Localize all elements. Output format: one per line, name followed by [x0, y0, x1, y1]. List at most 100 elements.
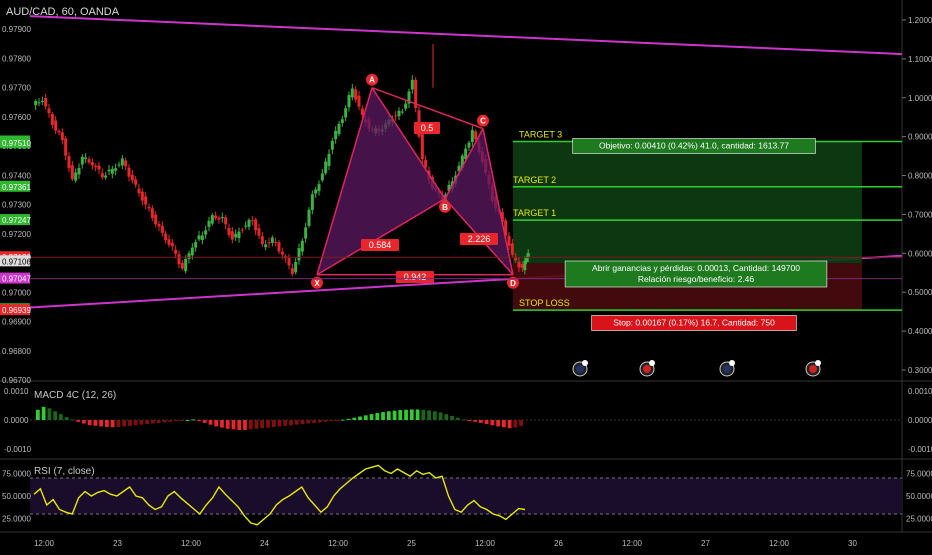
price-badge-label: 0.97361 [2, 183, 31, 192]
candle-body [344, 108, 348, 118]
macd-bar [473, 420, 477, 422]
candle [154, 211, 158, 228]
candle [144, 191, 148, 210]
candle-body [180, 262, 184, 269]
chart-svg[interactable]: 0.979000.978000.977000.976000.975000.974… [0, 0, 932, 550]
candle-body [320, 173, 324, 181]
candle-body [94, 165, 98, 168]
candle [400, 108, 404, 115]
candle [70, 160, 74, 182]
upper-trendline [29, 15, 903, 56]
candle-body [247, 219, 251, 227]
candle [50, 111, 54, 129]
candle [214, 211, 218, 221]
trading-chart[interactable]: 0.979000.978000.977000.976000.975000.974… [0, 0, 932, 550]
candle-body [164, 233, 168, 241]
macd-bar [438, 412, 443, 420]
candle-body [300, 240, 304, 252]
pattern-point-label: X [314, 279, 320, 288]
candle-body [277, 242, 281, 252]
macd-right-tick-label: 0.0000 [908, 416, 932, 425]
macd-bar [317, 420, 322, 423]
rsi-title: RSI (7, close) [34, 466, 95, 477]
macd-bar [214, 420, 219, 427]
candle [317, 180, 321, 196]
right-scale-label: 1.1000 [908, 55, 932, 64]
candle-body [87, 159, 91, 163]
candle-body [37, 102, 41, 104]
ratio-label: 0.5 [421, 123, 434, 133]
macd-bar [139, 420, 144, 425]
candle [257, 223, 261, 239]
macd-bar [133, 420, 138, 426]
candle [177, 250, 181, 269]
candle [134, 176, 138, 188]
macd-bar [467, 420, 472, 421]
candle [200, 231, 204, 245]
flag-icon [649, 360, 655, 366]
candle [217, 215, 221, 224]
candle-body [397, 110, 401, 117]
candle-body [227, 227, 231, 236]
candle [304, 222, 308, 243]
macd-bar [519, 420, 523, 426]
candle [314, 186, 318, 198]
candle [334, 126, 338, 144]
candle-body [334, 130, 338, 140]
candle-body [127, 167, 131, 177]
time-tick-label: 12:00 [181, 539, 202, 548]
candle [117, 161, 121, 168]
price-tick-label: 0.97800 [2, 54, 31, 63]
candle [197, 230, 201, 242]
candle-body [244, 225, 248, 227]
candle-body [174, 249, 178, 254]
macd-bar [496, 420, 500, 427]
candle [47, 104, 51, 118]
candle-body [400, 111, 404, 113]
candle-body [420, 132, 424, 160]
macd-bar [220, 420, 224, 428]
candle [237, 227, 241, 243]
candle-body [260, 236, 264, 245]
candle [240, 227, 244, 234]
price-badge-label: 0.97047 [2, 275, 31, 284]
candle [330, 137, 334, 155]
candle [350, 83, 354, 101]
macd-bar [329, 420, 334, 422]
candle [77, 163, 81, 179]
flag-icon [572, 360, 588, 377]
candle [344, 105, 348, 122]
candle-body [84, 157, 88, 159]
macd-bar [36, 409, 40, 420]
candle-body [360, 108, 364, 116]
candle-body [350, 88, 354, 98]
time-tick-label: 24 [260, 539, 269, 548]
macd-right-tick-label: 0.0010 [908, 387, 932, 396]
macd-tick-label: 0.0000 [4, 416, 29, 425]
candle-body [140, 191, 144, 201]
candle-body [394, 115, 398, 117]
candle-body [237, 231, 241, 239]
macd-bar [145, 420, 150, 425]
macd-bar [289, 420, 293, 426]
candle-body [104, 175, 108, 178]
candle-body [280, 251, 284, 255]
open-pnl-box-text: Relación riesgo/beneficio: 2.46 [638, 274, 755, 284]
macd-bar [340, 419, 345, 421]
macd-bar [277, 420, 282, 427]
flag-icon [729, 360, 735, 366]
macd-bar [231, 420, 236, 430]
price-tick-label: 0.96700 [2, 376, 31, 385]
candle-body [147, 206, 151, 209]
macd-bar [82, 420, 86, 424]
price-tick-label: 0.97600 [2, 113, 31, 122]
macd-bar [116, 420, 121, 428]
candle-body [297, 248, 301, 261]
candle [354, 86, 358, 103]
macd-bar [271, 420, 276, 428]
candle-body [44, 97, 48, 107]
candle-body [234, 233, 238, 238]
candle-body [200, 235, 204, 241]
macd-bar [507, 420, 512, 429]
flag-icon [805, 360, 821, 377]
